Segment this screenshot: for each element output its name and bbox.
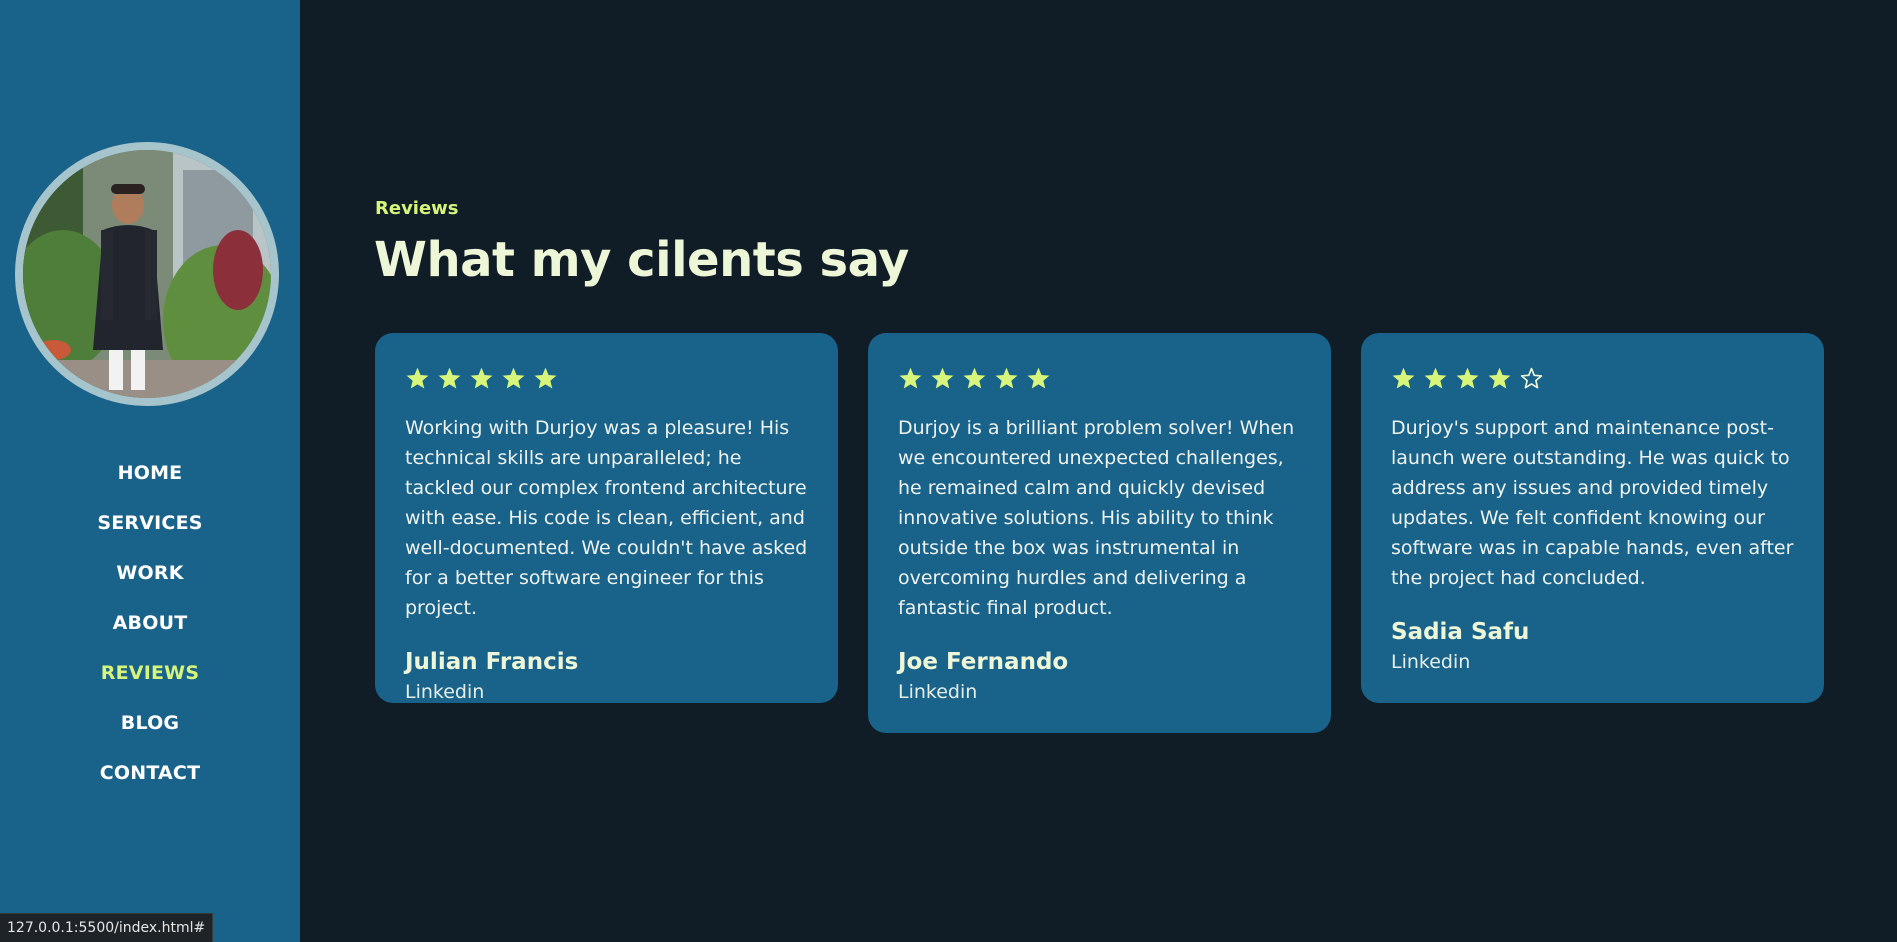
reviewer-name: Sadia Safu (1391, 619, 1530, 645)
browser-status-bar: 127.0.0.1:5500/index.html# (0, 913, 214, 942)
nav-item-reviews[interactable]: REVIEWS (101, 658, 199, 688)
profile-photo (23, 150, 271, 398)
reviews-section: Reviews What my cilents say Working with… (300, 0, 1897, 942)
star-rating (1391, 363, 1794, 393)
review-text: Durjoy is a brilliant problem solver! Wh… (898, 417, 1295, 619)
star-rating (405, 363, 808, 393)
star-filled-icon (1456, 367, 1479, 388)
star-filled-icon (502, 367, 525, 388)
review-card: Durjoy's support and maintenance post-la… (1361, 333, 1824, 703)
main-nav: HOME SERVICES WORK ABOUT REVIEWS BLOG CO… (0, 458, 300, 808)
nav-item-services[interactable]: SERVICES (97, 508, 202, 538)
star-filled-icon (470, 367, 493, 388)
review-text: Working with Durjoy was a pleasure! His … (405, 417, 808, 619)
star-filled-icon (963, 367, 986, 388)
avatar (15, 142, 279, 406)
review-card: Working with Durjoy was a pleasure! His … (375, 333, 838, 703)
nav-item-blog[interactable]: BLOG (121, 708, 179, 738)
nav-item-home[interactable]: HOME (118, 458, 183, 488)
star-filled-icon (931, 367, 954, 388)
section-eyebrow: Reviews (375, 198, 459, 219)
star-filled-icon (1488, 367, 1511, 388)
star-rating (898, 363, 1301, 393)
star-filled-icon (995, 367, 1018, 388)
review-source: Linkedin (405, 681, 485, 703)
section-title: What my cilents say (374, 232, 909, 288)
star-filled-icon (899, 367, 922, 388)
star-filled-icon (1027, 367, 1050, 388)
star-filled-icon (534, 367, 557, 388)
reviewer-name: Joe Fernando (898, 649, 1069, 675)
review-source: Linkedin (898, 681, 978, 703)
nav-item-about[interactable]: ABOUT (113, 608, 188, 638)
nav-item-contact[interactable]: CONTACT (100, 758, 201, 788)
star-filled-icon (1392, 367, 1415, 388)
review-source: Linkedin (1391, 651, 1471, 673)
reviewer-name: Julian Francis (405, 649, 579, 675)
review-card: Durjoy is a brilliant problem solver! Wh… (868, 333, 1331, 733)
review-text: Durjoy's support and maintenance post-la… (1391, 417, 1794, 589)
nav-item-work[interactable]: WORK (116, 558, 183, 588)
star-filled-icon (406, 367, 429, 388)
star-outline-icon (1520, 367, 1543, 388)
star-filled-icon (1424, 367, 1447, 388)
star-filled-icon (438, 367, 461, 388)
sidebar: HOME SERVICES WORK ABOUT REVIEWS BLOG CO… (0, 0, 300, 942)
